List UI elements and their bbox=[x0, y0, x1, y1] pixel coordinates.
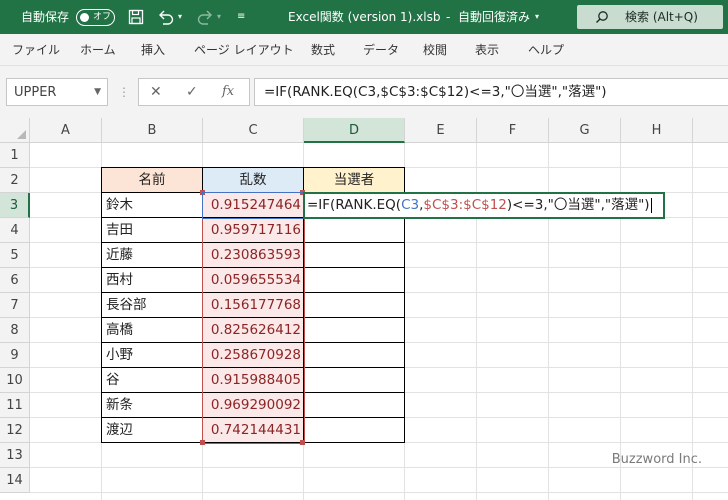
column-header-d[interactable]: D bbox=[304, 118, 405, 143]
document-title: Excel関数 (version 1).xlsb bbox=[288, 10, 441, 24]
row-header-11[interactable]: 11 bbox=[0, 393, 30, 418]
name-cell[interactable]: 新条 bbox=[102, 393, 202, 418]
watermark: Buzzword Inc. bbox=[611, 452, 702, 467]
redo-icon bbox=[197, 10, 212, 25]
formula-text: =IF(RANK.EQ(C3,$C$3:$C$12)<=3,"〇当選","落選"… bbox=[264, 84, 607, 100]
gridline-row-13 bbox=[30, 467, 728, 468]
tab-view[interactable]: 表示 bbox=[475, 34, 499, 66]
name-box[interactable]: UPPER ▼ bbox=[6, 78, 108, 106]
tab-formulas[interactable]: 数式 bbox=[311, 34, 335, 66]
row-header-14[interactable]: 14 bbox=[0, 468, 30, 493]
spreadsheet-grid: A B C D E F G H 1 2 3 4 5 6 7 8 9 10 11 … bbox=[0, 118, 728, 500]
title-bar: 自動保存 オフ ▾ ▾ ≡ Excel関数 (version 1).xlsb -… bbox=[0, 0, 728, 34]
range-reference-highlight bbox=[202, 192, 305, 444]
autosave-label: 自動保存 bbox=[21, 10, 70, 24]
header-cell-random[interactable]: 乱数 bbox=[203, 168, 303, 193]
insert-function-icon[interactable]: fx bbox=[222, 79, 234, 105]
tab-review[interactable]: 校閲 bbox=[423, 34, 447, 66]
column-header-c[interactable]: C bbox=[203, 118, 304, 143]
name-cell[interactable]: 長谷部 bbox=[102, 293, 202, 318]
tab-help[interactable]: ヘルプ bbox=[528, 34, 564, 66]
row-header-4[interactable]: 4 bbox=[0, 218, 30, 243]
name-cell[interactable]: 西村 bbox=[102, 268, 202, 293]
customize-toolbar-icon[interactable]: ≡ bbox=[237, 0, 245, 34]
name-cell[interactable]: 小野 bbox=[102, 343, 202, 368]
header-cell-winner[interactable]: 当選者 bbox=[304, 168, 404, 193]
name-cell[interactable]: 高橋 bbox=[102, 318, 202, 343]
tab-file[interactable]: ファイル bbox=[12, 34, 60, 66]
enter-icon[interactable]: ✓ bbox=[186, 79, 198, 105]
cell-edit-box[interactable]: =IF(RANK.EQ(C3,$C$3:$C$12)<=3,"〇当選","落選"… bbox=[303, 192, 665, 219]
save-status[interactable]: 自動回復済み bbox=[458, 0, 530, 34]
text-cursor bbox=[650, 197, 652, 213]
name-box-value: UPPER bbox=[14, 85, 57, 100]
row-header-3[interactable]: 3 bbox=[0, 193, 30, 218]
formula-bar-grip-icon[interactable]: ⋮ bbox=[118, 78, 130, 106]
undo-icon[interactable] bbox=[157, 9, 175, 25]
name-cell[interactable]: 鈴木 bbox=[102, 193, 202, 218]
redo-dropdown-icon: ▾ bbox=[217, 12, 222, 21]
column-header-next[interactable] bbox=[693, 118, 728, 143]
select-all-button[interactable] bbox=[0, 118, 30, 143]
row-header-6[interactable]: 6 bbox=[0, 268, 30, 293]
tab-home[interactable]: ホーム bbox=[80, 34, 116, 66]
save-icon[interactable] bbox=[128, 9, 144, 25]
header-cell-name[interactable]: 名前 bbox=[102, 168, 202, 193]
undo-dropdown-icon[interactable]: ▾ bbox=[178, 0, 182, 34]
column-header-a[interactable]: A bbox=[30, 118, 102, 143]
tab-page-layout[interactable]: ページ レイアウト bbox=[194, 34, 294, 66]
row-header-12[interactable]: 12 bbox=[0, 418, 30, 443]
search-box[interactable]: 検索 (Alt+Q) bbox=[577, 5, 723, 29]
toggle-knob-icon bbox=[80, 13, 89, 22]
title-separator: - bbox=[446, 10, 451, 24]
formula-input[interactable]: =IF(RANK.EQ(C3,$C$3:$C$12)<=3,"〇当選","落選"… bbox=[254, 78, 728, 106]
tab-insert[interactable]: 挿入 bbox=[141, 34, 165, 66]
table-border-left bbox=[101, 167, 102, 443]
edit-text-prefix: =IF(RANK.EQ( bbox=[307, 197, 402, 213]
ribbon-tabs: ファイル ホーム 挿入 ページ レイアウト 数式 データ 校閲 表示 ヘルプ bbox=[0, 34, 728, 66]
select-all-icon bbox=[17, 130, 26, 139]
row-header-5[interactable]: 5 bbox=[0, 243, 30, 268]
range-handle-icon[interactable] bbox=[200, 440, 205, 445]
edit-text-ref-c3: C3 bbox=[401, 197, 420, 213]
autosave-state: オフ bbox=[93, 12, 112, 22]
autosave-toggle[interactable]: オフ bbox=[76, 9, 115, 26]
column-header-f[interactable]: F bbox=[477, 118, 549, 143]
name-cell[interactable]: 谷 bbox=[102, 368, 202, 393]
cancel-icon[interactable]: ✕ bbox=[150, 79, 162, 105]
range-handle-icon[interactable] bbox=[300, 440, 305, 445]
row-header-10[interactable]: 10 bbox=[0, 368, 30, 393]
save-status-dropdown-icon[interactable]: ▾ bbox=[535, 0, 539, 34]
name-cell[interactable]: 近藤 bbox=[102, 243, 202, 268]
column-header-g[interactable]: G bbox=[549, 118, 621, 143]
name-cell[interactable]: 吉田 bbox=[102, 218, 202, 243]
column-header-h[interactable]: H bbox=[621, 118, 693, 143]
search-label: 検索 (Alt+Q) bbox=[625, 10, 698, 24]
row-header-13[interactable]: 13 bbox=[0, 443, 30, 468]
row-header-8[interactable]: 8 bbox=[0, 318, 30, 343]
column-header-b[interactable]: B bbox=[102, 118, 203, 143]
table-border-top bbox=[101, 167, 405, 168]
edit-text-ref-range: $C$3:$C$12 bbox=[423, 197, 507, 213]
gridline-col-h bbox=[692, 143, 693, 500]
formula-buttons: ✕ ✓ fx bbox=[138, 78, 250, 106]
name-cell[interactable]: 渡辺 bbox=[102, 418, 202, 443]
row-header-9[interactable]: 9 bbox=[0, 343, 30, 368]
row-header-7[interactable]: 7 bbox=[0, 293, 30, 318]
cell-reference-highlight bbox=[202, 192, 305, 219]
column-header-e[interactable]: E bbox=[405, 118, 477, 143]
search-icon bbox=[596, 11, 608, 23]
row-header-1[interactable]: 1 bbox=[0, 143, 30, 168]
tab-data[interactable]: データ bbox=[363, 34, 399, 66]
row-header-2[interactable]: 2 bbox=[0, 168, 30, 193]
formula-bar-area: UPPER ▼ ⋮ ✕ ✓ fx =IF(RANK.EQ(C3,$C$3:$C$… bbox=[0, 66, 728, 118]
name-box-dropdown-icon[interactable]: ▼ bbox=[94, 79, 101, 105]
gridline-row-14 bbox=[30, 492, 728, 493]
edit-text-suffix: )<=3,"〇当選","落選") bbox=[506, 197, 650, 213]
